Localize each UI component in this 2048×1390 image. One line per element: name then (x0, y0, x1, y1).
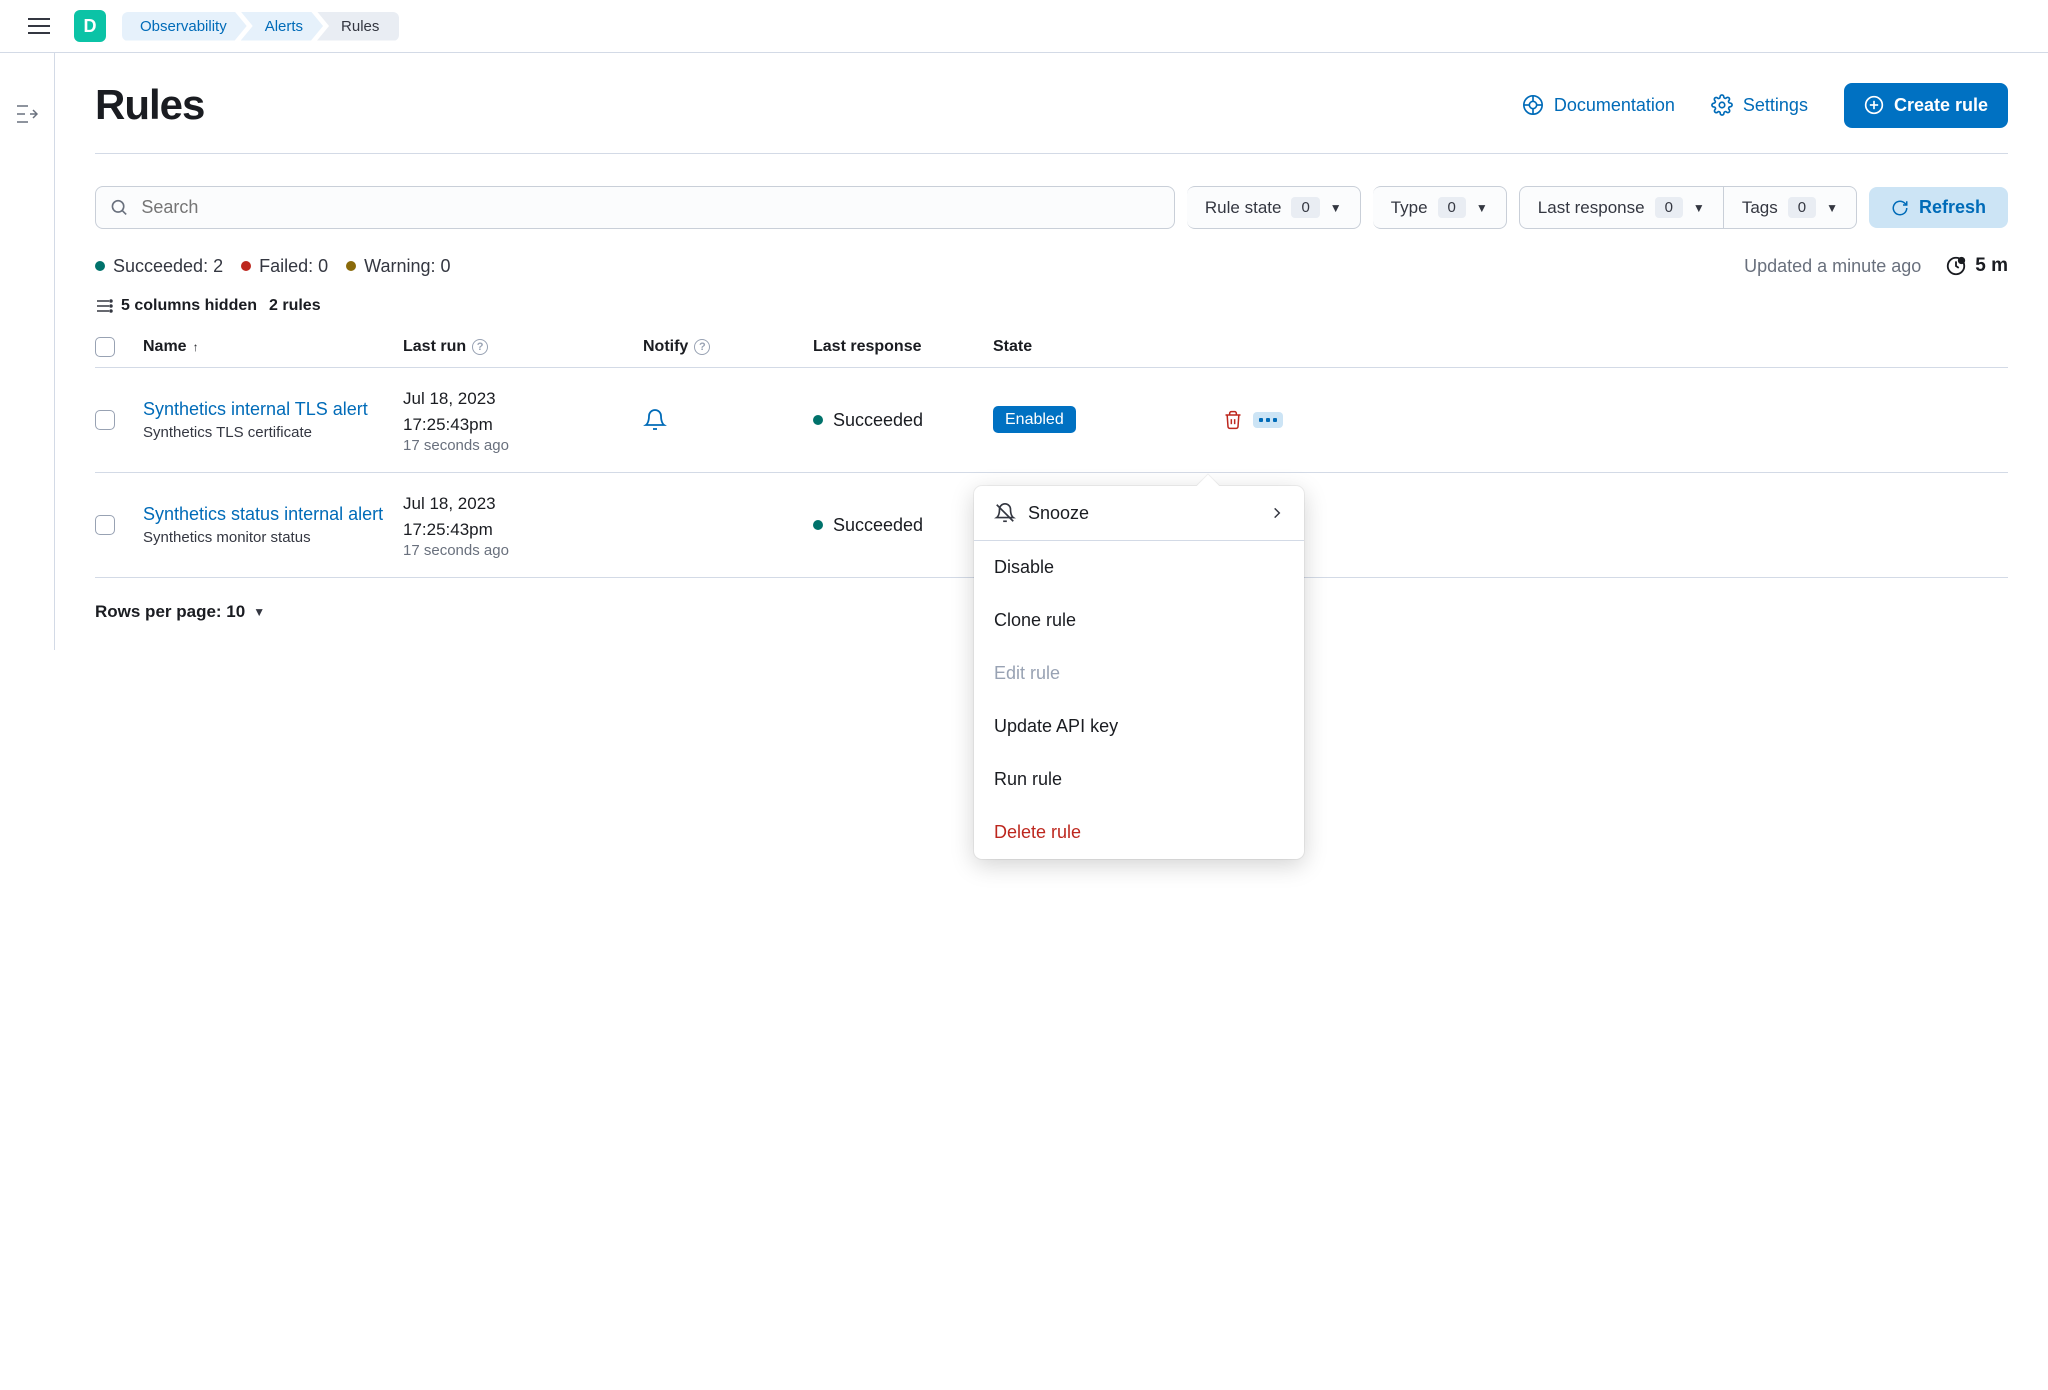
rule-subtitle: Synthetics TLS certificate (143, 424, 403, 441)
gear-icon (1711, 94, 1733, 116)
chevron-down-icon: ▼ (1330, 201, 1342, 215)
last-run-ago: 17 seconds ago (403, 542, 643, 559)
row-checkbox[interactable] (95, 515, 115, 535)
state-badge: Enabled (993, 406, 1076, 433)
count-pill: 0 (1655, 197, 1683, 218)
filter-rule-state[interactable]: Rule state 0 ▼ (1187, 186, 1361, 229)
plus-circle-icon (1864, 95, 1884, 115)
create-rule-button[interactable]: Create rule (1844, 83, 2008, 128)
chevron-down-icon: ▼ (1826, 201, 1838, 215)
status-warning: Warning: 0 (364, 256, 450, 277)
select-all-checkbox[interactable] (95, 337, 115, 357)
count-pill: 0 (1291, 197, 1319, 218)
last-run-ago: 17 seconds ago (403, 437, 643, 454)
col-last-run[interactable]: Last run? (403, 338, 643, 356)
status-succeeded: Succeeded: 2 (113, 256, 223, 277)
status-failed: Failed: 0 (259, 256, 328, 277)
columns-icon (95, 298, 113, 314)
search-input-wrapper[interactable] (95, 186, 1175, 229)
last-run-time: 17:25:43pm (403, 412, 643, 438)
clock-icon (1945, 255, 1967, 277)
row-actions-menu: Snooze Disable Clone rule Edit rule Upda… (974, 486, 1304, 859)
table-row: Synthetics internal TLS alert Synthetics … (95, 368, 2008, 473)
filter-last-response[interactable]: Last response 0 ▼ (1519, 186, 1724, 229)
top-bar: D Observability Alerts Rules (0, 0, 2048, 53)
search-input[interactable] (141, 197, 1160, 218)
refresh-button[interactable]: Refresh (1869, 187, 2008, 228)
status-dot-warning (346, 261, 356, 271)
status-dot (813, 415, 823, 425)
search-icon (110, 198, 129, 218)
updated-text: Updated a minute ago (1744, 256, 1921, 277)
last-run-date: Jul 18, 2023 (403, 386, 643, 412)
workspace-badge[interactable]: D (74, 10, 106, 42)
breadcrumb: Observability Alerts Rules (122, 12, 393, 41)
filter-type[interactable]: Type 0 ▼ (1373, 186, 1507, 229)
notify-button[interactable] (643, 408, 813, 432)
left-rail (0, 53, 54, 650)
menu-disable[interactable]: Disable (974, 541, 1304, 594)
last-run-time: 17:25:43pm (403, 517, 643, 543)
delete-row-button[interactable] (1223, 410, 1243, 430)
breadcrumb-rules: Rules (317, 12, 399, 41)
rule-name-link[interactable]: Synthetics internal TLS alert (143, 399, 403, 420)
row-checkbox[interactable] (95, 410, 115, 430)
settings-link[interactable]: Settings (1711, 94, 1808, 116)
help-icon[interactable]: ? (694, 339, 710, 355)
help-icon[interactable]: ? (472, 339, 488, 355)
rule-subtitle: Synthetics monitor status (143, 529, 403, 546)
breadcrumb-observability[interactable]: Observability (122, 12, 247, 41)
chevron-down-icon: ▼ (253, 605, 265, 619)
bell-icon (643, 408, 667, 432)
status-dot-failed (241, 261, 251, 271)
status-dot (813, 520, 823, 530)
col-notify[interactable]: Notify? (643, 338, 813, 356)
documentation-icon (1522, 94, 1544, 116)
chevron-down-icon: ▼ (1693, 201, 1705, 215)
last-run-date: Jul 18, 2023 (403, 491, 643, 517)
menu-snooze[interactable]: Snooze (974, 486, 1304, 541)
chevron-down-icon: ▼ (1476, 201, 1488, 215)
refresh-interval[interactable]: 5 m (1945, 255, 2008, 277)
page-title: Rules (95, 81, 204, 129)
rule-name-link[interactable]: Synthetics status internal alert (143, 504, 403, 525)
status-dot-succeeded (95, 261, 105, 271)
sort-asc-icon: ↑ (193, 340, 199, 354)
breadcrumb-alerts[interactable]: Alerts (241, 12, 323, 41)
count-pill: 0 (1788, 197, 1816, 218)
response-text: Succeeded (833, 410, 923, 431)
menu-edit-rule: Edit rule (974, 647, 1304, 700)
chevron-right-icon (1270, 506, 1284, 520)
menu-run-rule[interactable]: Run rule (974, 753, 1304, 806)
menu-update-api-key[interactable]: Update API key (974, 700, 1304, 753)
col-state[interactable]: State (993, 338, 1173, 356)
menu-delete-rule[interactable]: Delete rule (974, 806, 1304, 859)
col-last-response[interactable]: Last response (813, 338, 993, 356)
menu-clone-rule[interactable]: Clone rule (974, 594, 1304, 647)
bell-off-icon (994, 502, 1016, 524)
expand-nav-icon[interactable] (16, 105, 38, 123)
columns-hidden-button[interactable]: 5 columns hidden (95, 297, 257, 315)
rule-count: 2 rules (269, 297, 321, 315)
col-name[interactable]: Name↑ (143, 338, 403, 356)
menu-toggle[interactable] (20, 10, 58, 42)
refresh-icon (1891, 199, 1909, 217)
row-more-button[interactable] (1253, 412, 1283, 428)
response-text: Succeeded (833, 515, 923, 536)
filter-tags[interactable]: Tags 0 ▼ (1724, 186, 1857, 229)
count-pill: 0 (1438, 197, 1466, 218)
documentation-link[interactable]: Documentation (1522, 94, 1675, 116)
